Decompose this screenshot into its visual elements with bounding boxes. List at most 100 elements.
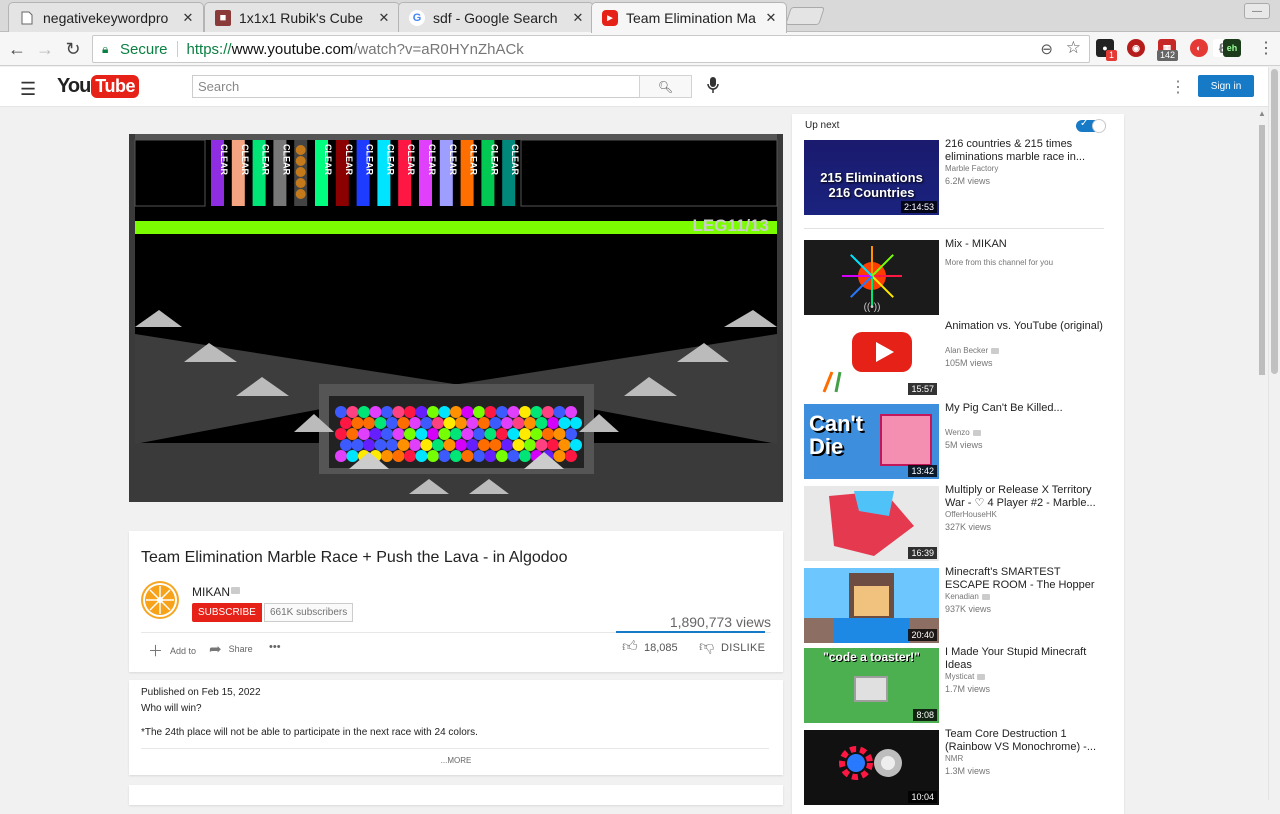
- lock-icon: 🔒︎: [102, 41, 109, 56]
- close-icon[interactable]: ✕: [571, 10, 585, 26]
- scrollbar-thumb[interactable]: [1259, 125, 1265, 375]
- search-input[interactable]: [192, 75, 640, 98]
- like-button[interactable]: 👍︎: [622, 638, 645, 656]
- zoom-icon[interactable]: ⊖: [1040, 40, 1053, 58]
- search-button[interactable]: 🔍︎: [639, 75, 692, 98]
- browser-tab-3[interactable]: G sdf - Google Search ✕: [398, 2, 594, 32]
- reload-icon[interactable]: ↻: [62, 38, 84, 60]
- video-thumbnail[interactable]: 20:40: [804, 568, 939, 643]
- subscribe-button[interactable]: SUBSCRIBE: [192, 603, 262, 622]
- ext-red-circle-icon[interactable]: ◉: [1127, 39, 1145, 57]
- recommended-video[interactable]: 10:04 Team Core Destruction 1 (Rainbow VS…: [804, 728, 1104, 806]
- marble: [381, 406, 393, 418]
- video-thumbnail[interactable]: 15:57: [804, 322, 939, 397]
- thumbs-up-icon: 👍︎: [622, 638, 638, 655]
- video-title[interactable]: I Made Your Stupid Minecraft Ideas: [945, 646, 1103, 672]
- page-scrollbar[interactable]: [1268, 67, 1280, 800]
- marble: [386, 417, 398, 429]
- secure-label: Secure: [120, 40, 168, 58]
- video-title[interactable]: Team Core Destruction 1 (Rainbow VS Mono…: [945, 728, 1103, 754]
- video-duration: 16:39: [908, 547, 937, 559]
- recommended-video[interactable]: ((•)) Mix - MIKAN More from this channel f…: [804, 238, 1104, 316]
- chrome-menu-icon[interactable]: ⋮: [1258, 38, 1274, 58]
- thumb-caption: Can't Die: [809, 411, 864, 459]
- hamburger-menu-icon[interactable]: ☰: [20, 79, 36, 100]
- autoplay-toggle[interactable]: ✓: [1076, 118, 1106, 133]
- marble: [524, 439, 536, 451]
- channel-avatar[interactable]: [141, 581, 179, 619]
- content-scrollbar[interactable]: ▲: [1256, 107, 1268, 800]
- up-next-label: Up next: [805, 120, 840, 131]
- marble: [507, 450, 520, 462]
- recommended-video[interactable]: Can't Die 13:42 My Pig Can't Be Killed... W…: [804, 402, 1104, 480]
- browser-toolbar: ← → ↻ 🔒︎ Secure https:// www.youtube.com…: [0, 32, 1280, 66]
- video-thumbnail[interactable]: 215 Eliminations 216 Countries 2:14:53: [804, 140, 939, 215]
- browser-tab-1[interactable]: negativekeywordpro ✕: [8, 2, 204, 32]
- new-tab-button[interactable]: [785, 7, 825, 25]
- scrollbar-thumb[interactable]: [1271, 69, 1278, 374]
- sign-in-button[interactable]: Sign in: [1198, 75, 1254, 97]
- description-line: *The 24th place will not be able to part…: [141, 727, 478, 738]
- recommended-video[interactable]: "code a toaster!" 8:08 I Made Your Stupid …: [804, 646, 1104, 724]
- recommended-video[interactable]: 215 Eliminations 216 Countries 2:14:53 216…: [804, 138, 1104, 216]
- video-title[interactable]: Animation vs. YouTube (original): [945, 320, 1103, 333]
- video-title[interactable]: 216 countries & 215 times eliminations m…: [945, 138, 1103, 164]
- dislike-label[interactable]: DISLIKE: [721, 642, 765, 654]
- forward-icon[interactable]: →: [34, 38, 56, 60]
- more-options-icon[interactable]: ⋮: [1170, 77, 1186, 97]
- video-thumbnail[interactable]: "code a toaster!" 8:08: [804, 648, 939, 723]
- video-title[interactable]: Minecraft's SMARTEST ESCAPE ROOM - The H…: [945, 566, 1103, 592]
- video-views: 6.2M views: [945, 176, 991, 186]
- marble: [415, 450, 428, 462]
- recommended-video[interactable]: 20:40 Minecraft's SMARTEST ESCAPE ROOM - …: [804, 566, 1104, 644]
- marble: [363, 417, 375, 429]
- tube-label: CLEAR: [406, 144, 416, 175]
- tube-marble: [295, 167, 306, 177]
- marble: [438, 450, 451, 462]
- youtube-logo[interactable]: You Tube: [57, 75, 139, 98]
- marble: [443, 417, 456, 429]
- marble: [473, 450, 485, 462]
- microphone-icon[interactable]: [707, 77, 719, 97]
- dislike-button[interactable]: 👎︎: [699, 638, 721, 656]
- tube-marble: [295, 156, 306, 166]
- back-icon[interactable]: ←: [6, 38, 28, 60]
- video-thumbnail[interactable]: ((•)): [804, 240, 939, 315]
- video-title[interactable]: Multiply or Release X Territory War - ♡ …: [945, 484, 1103, 510]
- browser-tab-4[interactable]: ▶ Team Elimination Ma ✕: [591, 2, 787, 33]
- share-button[interactable]: ➦ Share: [209, 640, 253, 658]
- marble: [432, 417, 444, 429]
- video-player[interactable]: CLEAR CLEAR CLEAR CLEAR CLEAR CLEAR CLEAR CLEAR…: [129, 134, 783, 502]
- video-thumbnail[interactable]: 10:04: [804, 730, 939, 805]
- bookmark-star-icon[interactable]: ☆: [1066, 38, 1081, 58]
- close-icon[interactable]: ✕: [764, 10, 778, 26]
- video-thumbnail[interactable]: 16:39: [804, 486, 939, 561]
- ext-pocket-icon[interactable]: ◐: [1190, 39, 1208, 57]
- ext-eh-icon[interactable]: eh: [1223, 39, 1241, 57]
- marble: [427, 428, 439, 440]
- close-icon[interactable]: ✕: [377, 10, 391, 26]
- marble: [346, 406, 359, 418]
- recommended-video[interactable]: 16:39 Multiply or Release X Territory War…: [804, 484, 1104, 562]
- verified-icon: [977, 673, 986, 680]
- recommended-video[interactable]: 15:57 Animation vs. YouTube (original) Ala…: [804, 320, 1104, 398]
- address-bar[interactable]: 🔒︎ Secure https:// www.youtube.com /watc…: [92, 35, 1090, 63]
- ext-badge: 1: [1106, 50, 1118, 61]
- divider: [141, 748, 769, 749]
- scroll-up-icon[interactable]: ▲: [1258, 109, 1266, 118]
- marble: [409, 439, 421, 451]
- close-icon[interactable]: ✕: [181, 10, 195, 26]
- marble: [450, 428, 462, 440]
- window-minimize-button[interactable]: —: [1244, 3, 1270, 19]
- channel-name[interactable]: MIKAN: [192, 585, 230, 599]
- marble: [466, 417, 479, 429]
- add-to-button[interactable]: ＋ Add to: [148, 640, 196, 661]
- video-title[interactable]: My Pig Can't Be Killed...: [945, 402, 1103, 415]
- show-more-button[interactable]: ...MORE: [129, 756, 783, 765]
- video-thumbnail[interactable]: Can't Die 13:42: [804, 404, 939, 479]
- video-title[interactable]: Mix - MIKAN: [945, 238, 1103, 251]
- like-count: 18,085: [644, 642, 678, 654]
- browser-tab-2[interactable]: ■ 1x1x1 Rubik's Cube ✕: [204, 2, 400, 32]
- marble: [340, 417, 352, 429]
- more-actions-button[interactable]: •••: [269, 641, 281, 653]
